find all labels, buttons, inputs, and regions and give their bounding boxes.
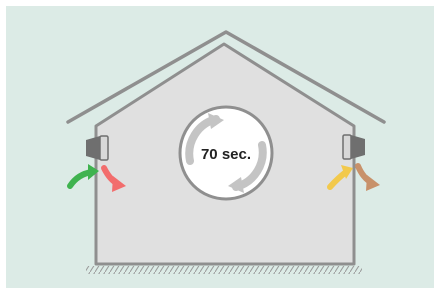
timer-label: 70 sec.	[201, 146, 251, 163]
ventilation-unit-icon	[86, 135, 109, 161]
ventilation-unit-icon	[342, 134, 365, 160]
ventilation-diagram: 70 sec.	[6, 6, 434, 288]
ground	[86, 266, 362, 274]
